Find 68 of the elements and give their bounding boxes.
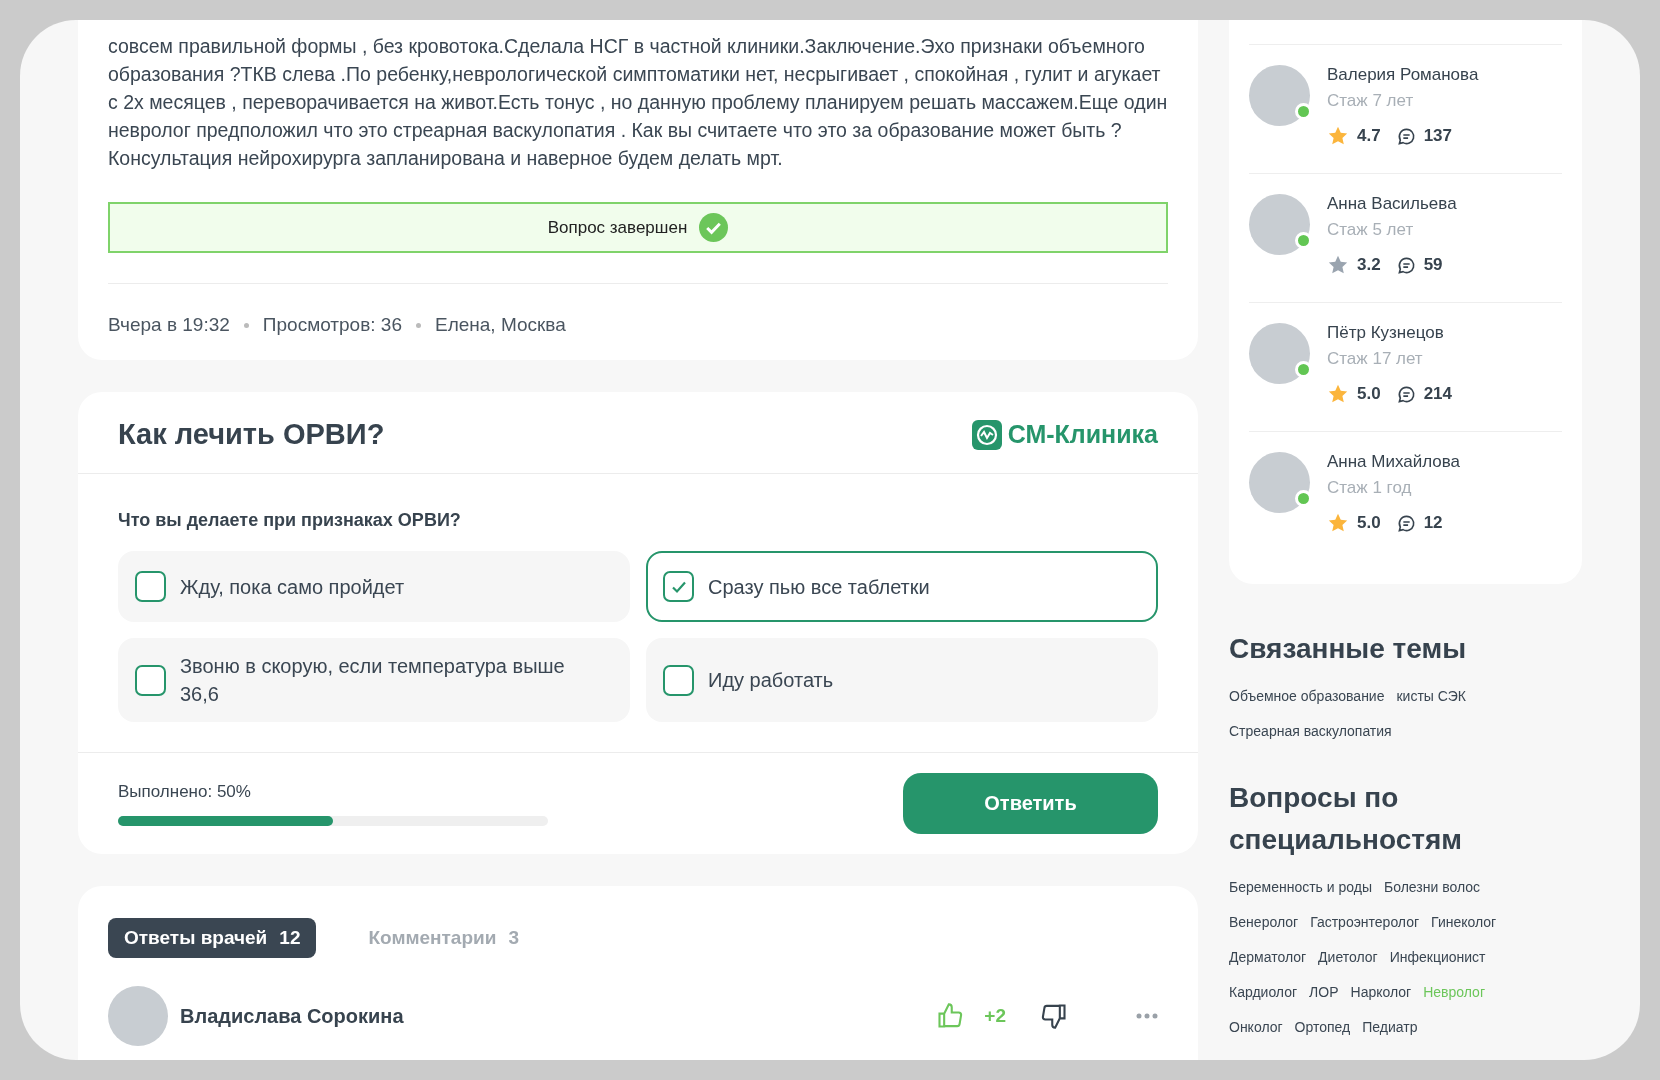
rating-value: 4.7: [1357, 126, 1381, 146]
answer-option[interactable]: Сразу пью все таблетки: [646, 551, 1158, 622]
chat-bubble-icon: [1396, 384, 1416, 404]
chat-bubble-icon: [1396, 126, 1416, 146]
answer-count: 12: [1423, 513, 1443, 533]
meta-text: Просмотров: 36: [262, 314, 402, 336]
specialty-link[interactable]: Инфекционист: [1389, 949, 1486, 965]
submit-button[interactable]: Ответить: [903, 773, 1158, 834]
rating-value: 5.0: [1357, 384, 1381, 404]
meta-text: Вчера в 19:32: [108, 314, 230, 336]
answer-option[interactable]: Звоню в скорую, если температура выше 36,6: [118, 638, 630, 722]
experience-text: Стаж 17 лет: [1327, 349, 1424, 369]
doctor-name[interactable]: Пётр Кузнецов: [1327, 323, 1452, 343]
topic-link[interactable]: Стреарная васкулопатия: [1229, 723, 1392, 739]
specialty-link[interactable]: Болезни волос: [1384, 879, 1481, 895]
experience-text: Стаж 1 год: [1327, 478, 1413, 498]
checkbox[interactable]: [135, 571, 166, 602]
answer-count: 137: [1423, 126, 1452, 146]
more-icon[interactable]: [1136, 1013, 1158, 1019]
checkbox[interactable]: [135, 664, 166, 696]
avatar: [108, 986, 168, 1046]
topic-link[interactable]: Объемное образование: [1229, 688, 1385, 704]
answer-option[interactable]: Иду работать: [646, 638, 1158, 722]
specialty-link[interactable]: Кардиолог: [1229, 984, 1298, 1000]
separator-dot: [415, 322, 421, 328]
brand-name: СМ-Клиника: [1007, 420, 1158, 449]
author-name: Владислава Сорокина: [180, 1004, 405, 1028]
topic-link[interactable]: кисты СЭК: [1396, 688, 1466, 704]
specialty-link[interactable]: Нарколог: [1350, 984, 1412, 1000]
answer-count: 214: [1423, 384, 1452, 404]
check-circle-icon: [699, 213, 729, 242]
doctor-name[interactable]: Валерия Романова: [1327, 65, 1479, 85]
specialty-link[interactable]: Диетолог: [1318, 949, 1378, 965]
chat-bubble-icon: [1396, 513, 1416, 533]
separator-dot: [243, 322, 249, 328]
specialty-link[interactable]: Дерматолог: [1229, 949, 1307, 965]
quiz-title: Как лечить ОРВИ?: [118, 418, 385, 451]
section-heading: Связанные темы: [1229, 632, 1468, 666]
specialty-link[interactable]: Гинеколог: [1431, 914, 1497, 930]
quiz-question: Что вы делаете при признаках ОРВИ?: [118, 510, 462, 531]
specialty-link[interactable]: Онколог: [1229, 1019, 1283, 1035]
vote-count: +2: [984, 1005, 1006, 1027]
experience-text: Стаж 7 лет: [1327, 91, 1415, 111]
specialty-link[interactable]: Педиатр: [1362, 1019, 1418, 1035]
logo-icon: [971, 419, 1002, 450]
specialty-link[interactable]: Венеролог: [1229, 914, 1299, 930]
specialty-link[interactable]: ЛОР: [1309, 984, 1339, 1000]
meta-text: Елена, Москва: [434, 314, 566, 336]
chat-bubble-icon: [1396, 255, 1416, 275]
doctor-name[interactable]: Анна Васильева: [1327, 194, 1457, 214]
thumbs-up-icon[interactable]: [936, 1002, 965, 1030]
answer-count: 59: [1423, 255, 1443, 275]
specialty-link[interactable]: Гастроэнтеролог: [1310, 914, 1420, 930]
experience-text: Стаж 5 лет: [1327, 220, 1415, 240]
answer-option[interactable]: Жду, пока само пройдет: [118, 551, 630, 622]
rating-value: 5.0: [1357, 513, 1381, 533]
thumbs-down-icon[interactable]: [1040, 1002, 1068, 1030]
specialty-link[interactable]: Ортопед: [1294, 1019, 1351, 1035]
question-text: совсем правильной формы , без кровотока.Сделала НСГ в частной клиники.Заключение.Эхо признаки объемного образования ?ТКВ слева .По ребенку,неврологической симптоматики нет, несрыгивает , спокойная , гулит и агукает с 2х месяцев , переворачивается на живот.Есть тонус , но данную проблему планируем решать массажем.Еще один невролог предположил что это стреарная васкулопатия . Как вы считаете что это за образование может быть ?Консультация нейрохирурга запланирована и наверное будем делать мрт.: [108, 34, 1168, 171]
progress-label: Выполнено: 50%: [118, 781, 252, 802]
rating-value: 3.2: [1357, 255, 1381, 275]
section-heading: Вопросы по специальностям: [1229, 781, 1464, 857]
tab[interactable]: Ответы врачей 12: [108, 918, 317, 958]
status-text: Вопрос завершен: [547, 217, 688, 238]
specialty-link[interactable]: Беременность и роды: [1229, 879, 1372, 895]
checkbox[interactable]: [663, 571, 694, 602]
checkbox[interactable]: [663, 664, 694, 696]
doctor-name[interactable]: Анна Михайлова: [1327, 452, 1461, 472]
